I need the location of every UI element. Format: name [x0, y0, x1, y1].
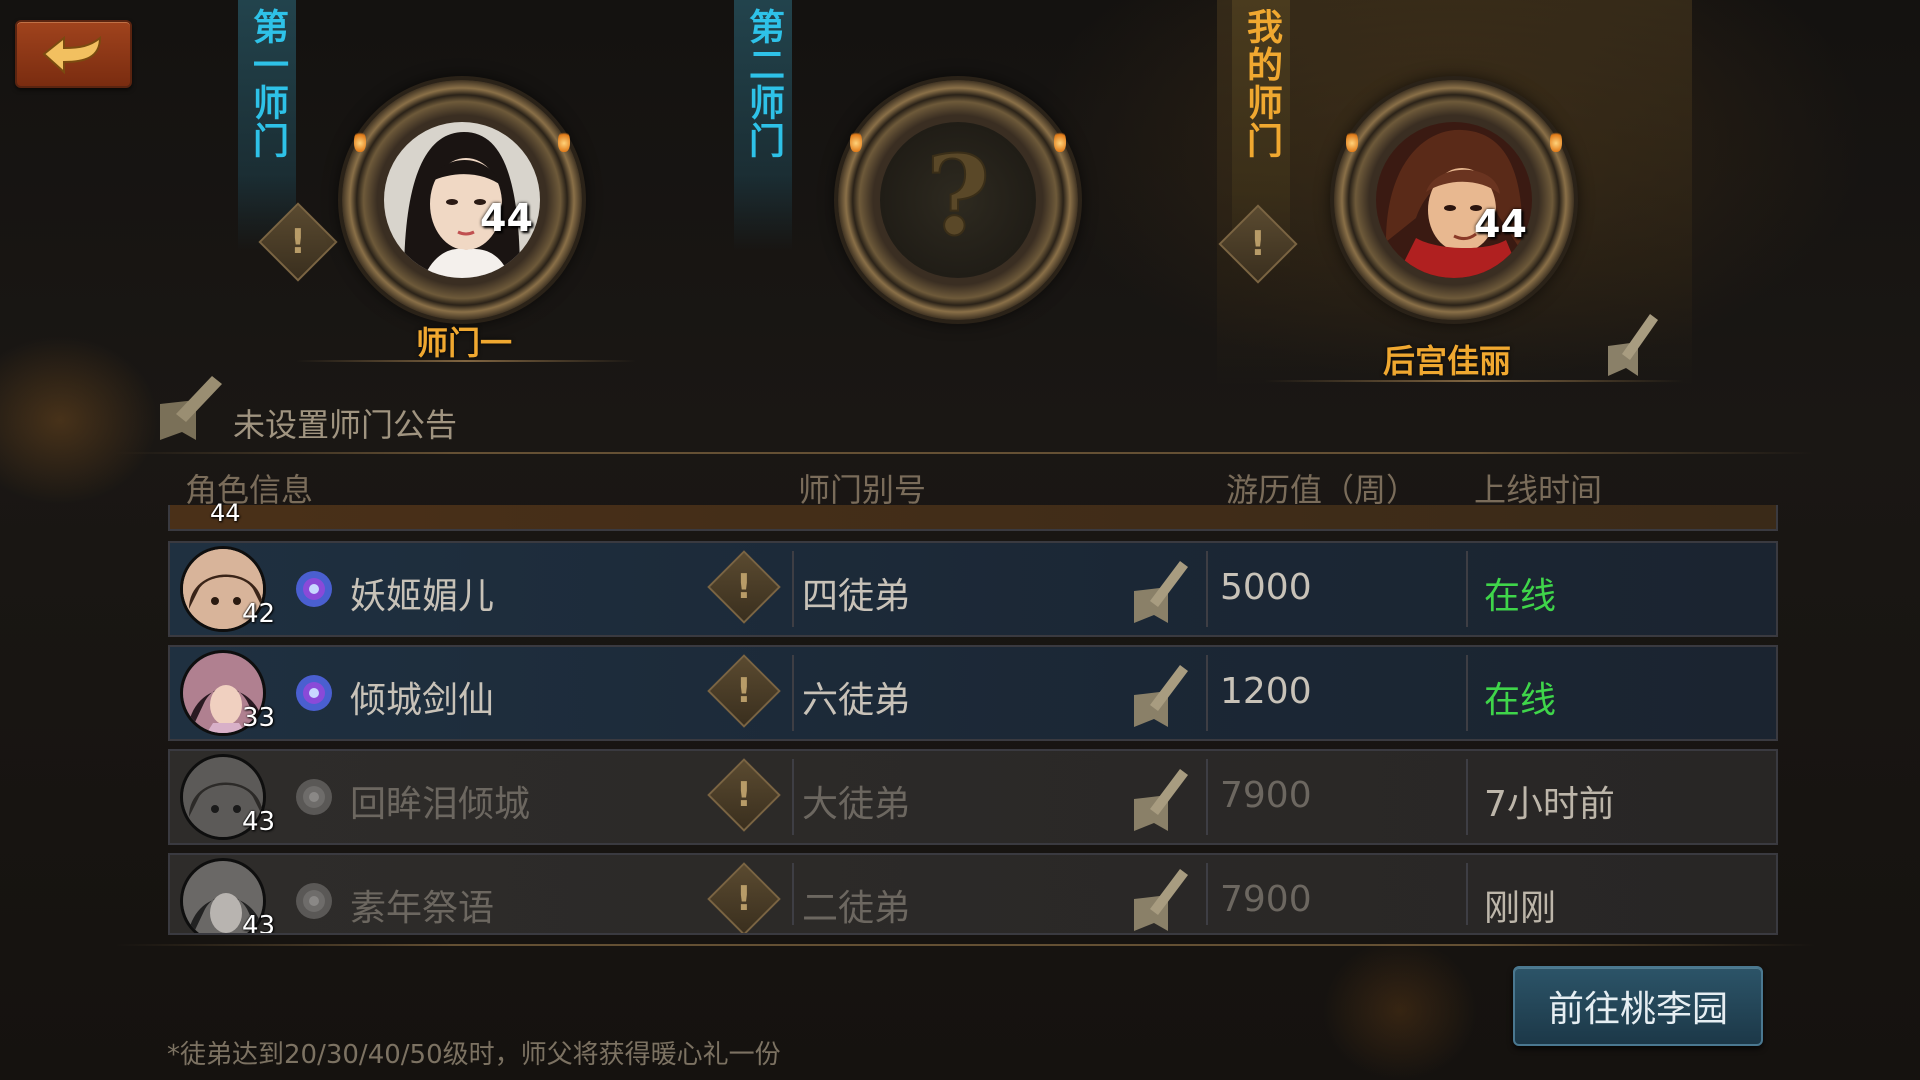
sect-3-name: 后宫佳丽	[1383, 342, 1512, 380]
member-alias: 四徒弟	[802, 576, 911, 617]
member-online-status: 7小时前	[1484, 784, 1615, 825]
cell-divider	[1466, 551, 1468, 627]
table-bottom-divider	[115, 944, 1815, 946]
lantern-icon	[1346, 130, 1358, 152]
sect-1-name: 师门一	[416, 324, 513, 362]
footnote: *徒弟达到20/30/40/50级时，师父将获得暖心礼一份	[167, 1040, 781, 1070]
go-to-taoliyuan-button[interactable]: 前往桃李园	[1513, 966, 1763, 1046]
member-alias: 六徒弟	[802, 680, 911, 721]
rank-flower-icon	[296, 883, 332, 919]
edit-alias-icon[interactable]	[1126, 763, 1192, 835]
sect-3-portrait[interactable]: 44	[1334, 80, 1574, 320]
table-row[interactable]: 42 妖姬媚儿 ! 四徒弟 5000 在线	[168, 541, 1778, 637]
table-row[interactable]: 43 素年祭语 ! 二徒弟 7900 刚刚	[168, 853, 1778, 935]
sect-3-banner-label: 我的师门	[1241, 8, 1282, 160]
exclamation-icon: !	[1250, 223, 1266, 264]
cell-divider	[792, 759, 794, 835]
lantern-icon	[558, 130, 570, 152]
rank-flower-icon	[296, 779, 332, 815]
sect-1-underline	[296, 360, 636, 362]
svg-text:?: ?	[926, 131, 990, 260]
member-info-button[interactable]: !	[707, 758, 781, 832]
member-level: 33	[242, 703, 276, 733]
member-info-button[interactable]: !	[707, 654, 781, 728]
member-online-status: 在线	[1484, 680, 1557, 721]
sect-2-portrait[interactable]: ?	[838, 80, 1078, 320]
sect-3-level: 44	[1474, 202, 1527, 246]
cell-divider	[1466, 863, 1468, 925]
sect-2-banner: 第二师门	[734, 0, 792, 250]
cell-divider	[1466, 759, 1468, 835]
lantern-icon	[1550, 130, 1562, 152]
back-button[interactable]	[15, 20, 132, 88]
member-xp: 7900	[1220, 775, 1312, 816]
cell-divider	[792, 655, 794, 731]
member-level: 43	[242, 911, 276, 935]
member-xp: 1200	[1220, 671, 1312, 712]
edit-sect-icon[interactable]	[1598, 306, 1662, 380]
member-online-status: 刚刚	[1484, 888, 1557, 929]
cell-divider	[1206, 551, 1208, 627]
sect-notice: 未设置师门公告	[233, 406, 458, 444]
exclamation-icon: !	[736, 774, 752, 815]
table-row[interactable]: 43 回眸泪倾城 ! 大徒弟 7900 7小时前	[168, 749, 1778, 845]
member-online-status: 在线	[1484, 576, 1557, 617]
edit-alias-icon[interactable]	[1126, 555, 1192, 627]
exclamation-icon: !	[736, 566, 752, 607]
member-level: 42	[242, 599, 276, 629]
lantern-icon	[354, 130, 366, 152]
sect-1-banner-label: 第一师门	[247, 8, 288, 160]
member-alias: 大徒弟	[802, 784, 911, 825]
sect-1-portrait[interactable]: 44	[342, 80, 582, 320]
lantern-icon	[850, 130, 862, 152]
member-level: 43	[242, 807, 276, 837]
edit-notice-icon[interactable]	[152, 370, 228, 444]
member-name: 妖姬媚儿	[350, 576, 495, 617]
member-name: 素年祭语	[350, 888, 495, 929]
back-arrow-icon	[41, 35, 101, 75]
cell-divider	[1206, 655, 1208, 731]
member-info-button[interactable]: !	[707, 550, 781, 624]
cell-divider	[1466, 655, 1468, 731]
cell-divider	[1206, 863, 1208, 925]
member-xp: 5000	[1220, 567, 1312, 608]
table-top-divider	[115, 452, 1815, 454]
sect-2-banner-label: 第二师门	[743, 8, 784, 160]
question-mark-icon: ?	[925, 130, 991, 261]
exclamation-icon: !	[736, 878, 752, 919]
member-alias: 二徒弟	[802, 888, 911, 929]
member-info-button[interactable]: !	[707, 862, 781, 933]
lantern-icon	[1054, 130, 1066, 152]
unknown-master-avatar: ?	[880, 122, 1036, 278]
table-row-partial[interactable]: 44	[168, 499, 1778, 531]
rank-flower-icon	[296, 571, 332, 607]
table-row[interactable]: 33 倾城剑仙 ! 六徒弟 1200 在线	[168, 645, 1778, 741]
member-name: 倾城剑仙	[350, 680, 495, 721]
cell-divider	[792, 863, 794, 925]
edit-alias-icon[interactable]	[1126, 863, 1192, 935]
sect-3-underline	[1264, 380, 1684, 382]
exclamation-icon: !	[290, 221, 306, 262]
member-name: 回眸泪倾城	[350, 784, 531, 825]
row-partial-level: 44	[210, 499, 241, 527]
cell-divider	[792, 551, 794, 627]
my-master-avatar	[1376, 122, 1532, 278]
sect-1-level: 44	[480, 196, 533, 240]
rank-flower-icon	[296, 675, 332, 711]
member-xp: 7900	[1220, 879, 1312, 920]
exclamation-icon: !	[736, 670, 752, 711]
edit-alias-icon[interactable]	[1126, 659, 1192, 731]
cell-divider	[1206, 759, 1208, 835]
